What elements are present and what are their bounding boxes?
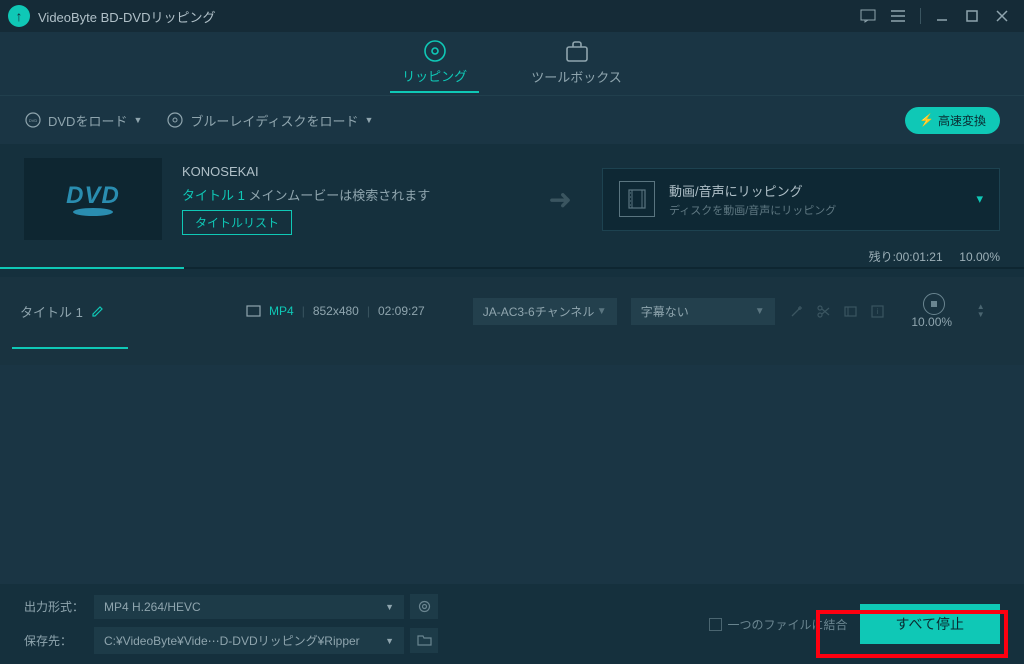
info-icon[interactable]: i — [870, 304, 885, 319]
remaining-label: 残り: — [869, 250, 896, 264]
subtitle-dropdown[interactable]: 字幕ない ▼ — [631, 298, 775, 325]
disc-panel: DVD KONOSEKAI タイトル 1 メインムービーは検索されます タイトル… — [0, 144, 1024, 277]
load-bar: DVD DVDをロード ▼ ブルーレイディスクをロード ▼ ⚡ 高速変換 — [0, 96, 1024, 144]
audio-track-dropdown[interactable]: JA-AC3-6チャンネル ▼ — [473, 298, 617, 325]
tab-toolbox[interactable]: ツールボックス — [519, 35, 634, 92]
title-row: タイトル 1 MP4 | 852x480 | 02:09:27 JA-AC3-6… — [20, 293, 1004, 329]
tab-toolbox-label: ツールボックス — [531, 67, 622, 86]
svg-text:i: i — [876, 307, 878, 316]
format-label: MP4 — [269, 304, 294, 318]
audio-track-value: JA-AC3-6チャンネル — [483, 303, 595, 320]
rip-target-title: 動画/音声にリッピング — [669, 181, 962, 200]
load-bluray-label: ブルーレイディスクをロード — [190, 111, 358, 130]
progress-info: 残り:00:01:21 10.00% — [24, 248, 1000, 265]
progress-bar — [0, 267, 1024, 269]
title-list-button[interactable]: タイトルリスト — [182, 210, 292, 235]
chevron-down-icon: ▼ — [385, 636, 394, 646]
title-area: タイトル 1 MP4 | 852x480 | 02:09:27 JA-AC3-6… — [0, 277, 1024, 365]
dvd-thumbnail: DVD — [24, 158, 162, 240]
save-to-label: 保存先： — [24, 632, 86, 649]
save-to-dropdown[interactable]: C:¥VideoByte¥Vide⋯D-DVDリッピング¥Ripper ▼ — [94, 627, 404, 654]
title-active-indicator — [12, 347, 128, 349]
row-percent: 10.00% — [907, 315, 957, 329]
format-info: MP4 | 852x480 | 02:09:27 — [246, 304, 425, 318]
tab-ripping-label: リッピング — [402, 66, 467, 85]
chevron-down-icon: ▼ — [364, 115, 373, 125]
chevron-down-icon: ▼ — [597, 306, 607, 317]
gear-icon — [417, 599, 432, 614]
speed-badge[interactable]: ⚡ 高速変換 — [905, 107, 1000, 134]
stop-button[interactable] — [923, 293, 945, 315]
chevron-down-icon: ▼ — [755, 306, 765, 317]
folder-icon — [417, 634, 432, 647]
minimize-button[interactable] — [928, 4, 956, 28]
rip-target-panel[interactable]: 動画/音声にリッピング ディスクを動画/音声にリッピング ▾ — [602, 168, 1000, 231]
app-logo — [8, 5, 30, 27]
feedback-icon[interactable] — [854, 4, 882, 28]
action-icons: i — [789, 304, 885, 319]
output-settings-button[interactable] — [410, 594, 438, 619]
resolution-label: 852x480 — [313, 304, 359, 318]
output-format-label: 出力形式： — [24, 598, 86, 615]
compress-icon[interactable] — [843, 304, 858, 319]
output-format-value: MP4 H.264/HEVC — [104, 600, 201, 614]
bottom-bar: 出力形式： MP4 H.264/HEVC ▼ 保存先： C:¥VideoByte… — [0, 584, 1024, 664]
progress-fill — [0, 267, 184, 269]
dvd-disc-icon: DVD — [24, 111, 42, 129]
maximize-button[interactable] — [958, 4, 986, 28]
screen-icon — [246, 305, 261, 317]
edit-icon[interactable] — [91, 305, 104, 318]
output-format-dropdown[interactable]: MP4 H.264/HEVC ▼ — [94, 595, 404, 619]
bluray-disc-icon — [166, 111, 184, 129]
checkbox-icon — [709, 618, 722, 631]
load-dvd-label: DVDをロード — [48, 111, 127, 130]
lightning-icon: ⚡ — [919, 113, 934, 127]
chevron-down-icon: ▼ — [133, 115, 142, 125]
duration-label: 02:09:27 — [378, 304, 425, 318]
disc-title-label: タイトル 1 — [182, 188, 245, 203]
load-dvd-button[interactable]: DVD DVDをロード ▼ — [24, 111, 142, 130]
divider-icon — [914, 4, 926, 28]
remaining-time: 00:01:21 — [896, 250, 943, 264]
disc-main-movie-text: メインムービーは検索されます — [248, 188, 430, 203]
titlebar: VideoByte BD-DVDリッピング — [0, 0, 1024, 32]
wand-icon[interactable] — [789, 304, 804, 319]
disc-icon — [422, 40, 448, 62]
save-to-value: C:¥VideoByte¥Vide⋯D-DVDリッピング¥Ripper — [104, 632, 360, 649]
scissors-icon[interactable] — [816, 304, 831, 319]
chevron-down-icon: ▼ — [977, 311, 985, 319]
chevron-down-icon: ▼ — [385, 602, 394, 612]
title-name-cell: タイトル 1 — [20, 302, 150, 321]
app-title: VideoByte BD-DVDリッピング — [38, 7, 215, 26]
progress-percent: 10.00% — [959, 250, 1000, 264]
sort-arrows[interactable]: ▲ ▼ — [977, 303, 985, 319]
film-icon — [619, 181, 655, 217]
main-tabs: リッピング ツールボックス — [0, 32, 1024, 96]
merge-checkbox[interactable]: 一つのファイルに結合 — [709, 616, 848, 633]
load-bluray-button[interactable]: ブルーレイディスクをロード ▼ — [166, 111, 373, 130]
close-button[interactable] — [988, 4, 1016, 28]
subtitle-value: 字幕ない — [641, 303, 689, 320]
briefcase-icon — [564, 41, 590, 63]
title-name-label: タイトル 1 — [20, 302, 83, 321]
merge-label: 一つのファイルに結合 — [728, 616, 848, 633]
menu-icon[interactable] — [884, 4, 912, 28]
speed-badge-label: 高速変換 — [938, 112, 986, 129]
arrow-right-icon: ➜ — [549, 183, 572, 216]
tab-ripping[interactable]: リッピング — [390, 34, 479, 93]
chevron-down-icon: ▾ — [976, 191, 983, 207]
open-folder-button[interactable] — [410, 628, 438, 653]
svg-text:DVD: DVD — [29, 118, 38, 123]
rip-target-subtitle: ディスクを動画/音声にリッピング — [669, 202, 962, 218]
stop-all-button[interactable]: すべて停止 — [860, 604, 1000, 644]
disc-subtitle: タイトル 1 メインムービーは検索されます — [182, 185, 519, 204]
disc-name: KONOSEKAI — [182, 164, 519, 179]
